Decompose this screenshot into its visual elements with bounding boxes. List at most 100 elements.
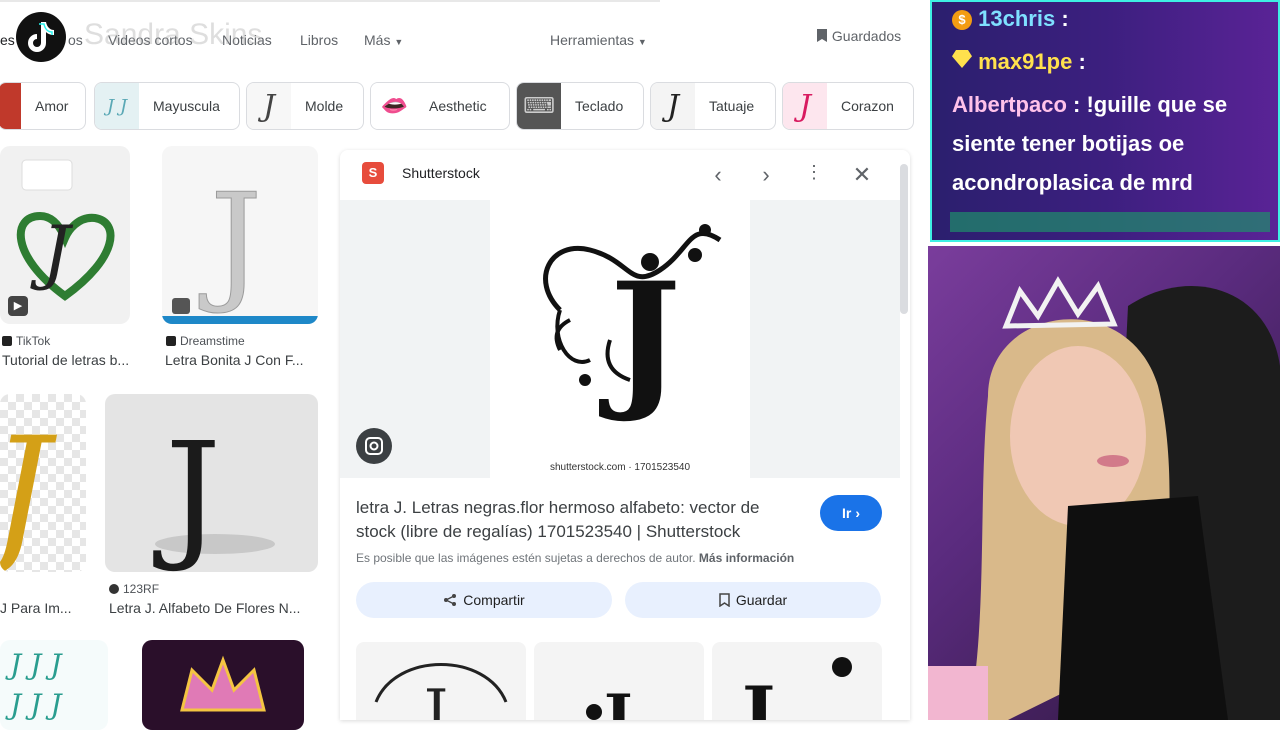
result-title[interactable]: Tutorial de letras b...	[2, 352, 129, 368]
123rf-favicon-icon	[109, 584, 119, 594]
chip-label: Aesthetic	[429, 98, 487, 114]
preview-title[interactable]: letra J. Letras negras.flor hermoso alfa…	[356, 496, 759, 544]
result-image-tiktok[interactable]: J ▶	[0, 146, 130, 324]
chip-corazon[interactable]: J Corazon	[782, 82, 914, 130]
preview-title-line: letra J. Letras negras.flor hermoso alfa…	[356, 498, 760, 517]
tab-mas-label: Más	[364, 32, 391, 48]
next-arrow-icon[interactable]: ›	[754, 162, 778, 188]
caret-down-icon: ▼	[394, 37, 404, 47]
svg-text:J: J	[418, 677, 448, 720]
chat-message: Albertpaco : !guille que se	[952, 92, 1227, 118]
more-info-link[interactable]: Más información	[699, 551, 794, 565]
chip-thumbnail	[0, 83, 21, 129]
chip-label: Amor	[35, 98, 69, 114]
tab-partial[interactable]: os	[68, 32, 83, 48]
chat-username: Albertpaco	[952, 92, 1067, 117]
stream-chat-overlay: $ 13chris : max91pe : Albertpaco : !guil…	[930, 0, 1280, 242]
visit-label: Ir	[841, 505, 852, 521]
related-image[interactable]: J	[534, 642, 704, 720]
saved-button[interactable]: Guardados	[816, 28, 901, 44]
svg-text:J: J	[599, 682, 632, 720]
preview-main-image[interactable]: J shutterstock.com · 1701523540	[490, 200, 750, 478]
chip-thumbnail: J J	[95, 83, 139, 129]
image-badge-icon	[172, 298, 190, 314]
streamer-webcam	[928, 246, 1280, 720]
result-title[interactable]: J Para Im...	[0, 600, 72, 616]
result-source: Dreamstime	[166, 334, 245, 348]
chip-aesthetic[interactable]: 👄 Aesthetic	[370, 82, 510, 130]
chip-amor[interactable]: Amor	[0, 82, 86, 130]
shutterstock-favicon-icon: S	[362, 162, 384, 184]
related-image[interactable]: J	[356, 642, 526, 720]
chip-mayuscula[interactable]: J J Mayuscula	[94, 82, 240, 130]
chip-label: Mayuscula	[153, 98, 220, 114]
result-source: TikTok	[2, 334, 50, 348]
result-source-label: Dreamstime	[180, 334, 245, 348]
svg-text:J: J	[199, 165, 262, 317]
tiktok-logo-icon	[16, 12, 66, 62]
more-options-icon[interactable]: ⋮	[802, 162, 826, 183]
bookmark-icon	[719, 593, 730, 607]
diamond-badge-icon	[952, 50, 972, 68]
search-box-edge	[0, 0, 660, 2]
tab-libros[interactable]: Libros	[300, 32, 338, 48]
tools-button[interactable]: Herramientas ▼	[550, 32, 647, 48]
dollar-badge-icon: $	[952, 10, 972, 30]
chip-label: Teclado	[575, 98, 624, 114]
tools-label: Herramientas	[550, 32, 635, 48]
chat-text: :	[1078, 49, 1086, 74]
caret-down-icon: ▼	[637, 37, 647, 47]
chip-label: Corazon	[841, 98, 894, 114]
visit-button[interactable]: Ir ›	[820, 495, 882, 531]
saved-label: Guardados	[831, 28, 902, 44]
tiktok-favicon-icon	[2, 336, 12, 346]
floral-letter-j-image: J	[543, 224, 722, 426]
result-image-dreamstime[interactable]: J	[162, 146, 318, 324]
notice-text: Es posible que las imágenes estén sujeta…	[356, 551, 696, 565]
chat-footer-bar	[950, 212, 1270, 232]
video-play-icon: ▶	[8, 296, 28, 316]
result-source-label: TikTok	[16, 334, 51, 348]
preview-side-pad	[750, 200, 900, 478]
streamer-watermark: Sandra Skins	[84, 18, 263, 51]
chip-tatuaje[interactable]: J Tatuaje	[650, 82, 776, 130]
svg-text:J J J: J J J	[5, 688, 63, 721]
chip-label: Molde	[305, 98, 344, 114]
webcam-streamer-image	[928, 276, 1280, 720]
save-label: Guardar	[735, 592, 788, 608]
chat-username: 13chris	[978, 6, 1056, 31]
chat-message: $ 13chris :	[952, 6, 1069, 32]
result-title[interactable]: Letra Bonita J Con F...	[165, 352, 304, 368]
chip-thumbnail: J	[783, 83, 827, 129]
chat-message: max91pe :	[952, 49, 1086, 75]
result-image-crown[interactable]	[142, 640, 304, 730]
pink-crown-image	[180, 655, 266, 712]
previous-arrow-icon[interactable]: ‹	[706, 162, 730, 188]
share-button[interactable]: Compartir	[356, 582, 612, 618]
related-image[interactable]: J	[712, 642, 882, 720]
lens-search-icon[interactable]	[356, 428, 392, 464]
share-label: Compartir	[463, 592, 525, 608]
result-image-123rf[interactable]: J	[105, 394, 318, 572]
chip-thumbnail: J	[651, 83, 695, 129]
result-image-teal-letters[interactable]: J J J J J J	[0, 640, 108, 730]
share-icon	[444, 594, 457, 606]
dreamstime-favicon-icon	[166, 336, 176, 346]
chip-teclado[interactable]: ⌨ Teclado	[516, 82, 644, 130]
save-button[interactable]: Guardar	[625, 582, 881, 618]
tab-imagenes[interactable]: es	[0, 32, 15, 48]
preview-scrollbar[interactable]	[900, 164, 908, 314]
related-j-image: J	[374, 663, 508, 720]
result-title[interactable]: Letra J. Alfabeto De Flores N...	[109, 600, 300, 616]
related-j-image: J	[586, 682, 632, 720]
chat-text: : !guille que se	[1073, 92, 1228, 117]
preview-site-name[interactable]: Shutterstock	[402, 165, 480, 181]
close-icon[interactable]: ✕	[850, 162, 874, 188]
chip-molde[interactable]: J Molde	[246, 82, 364, 130]
svg-text:J: J	[30, 211, 74, 293]
result-image-gold-j[interactable]: J	[0, 394, 86, 572]
image-preview-panel: S Shutterstock ‹ › ⋮ ✕ J shutterstock.co…	[340, 150, 910, 720]
floral-j-dark-image: J	[153, 413, 275, 572]
chip-thumbnail: J	[247, 83, 291, 129]
tab-mas[interactable]: Más ▼	[364, 32, 403, 48]
